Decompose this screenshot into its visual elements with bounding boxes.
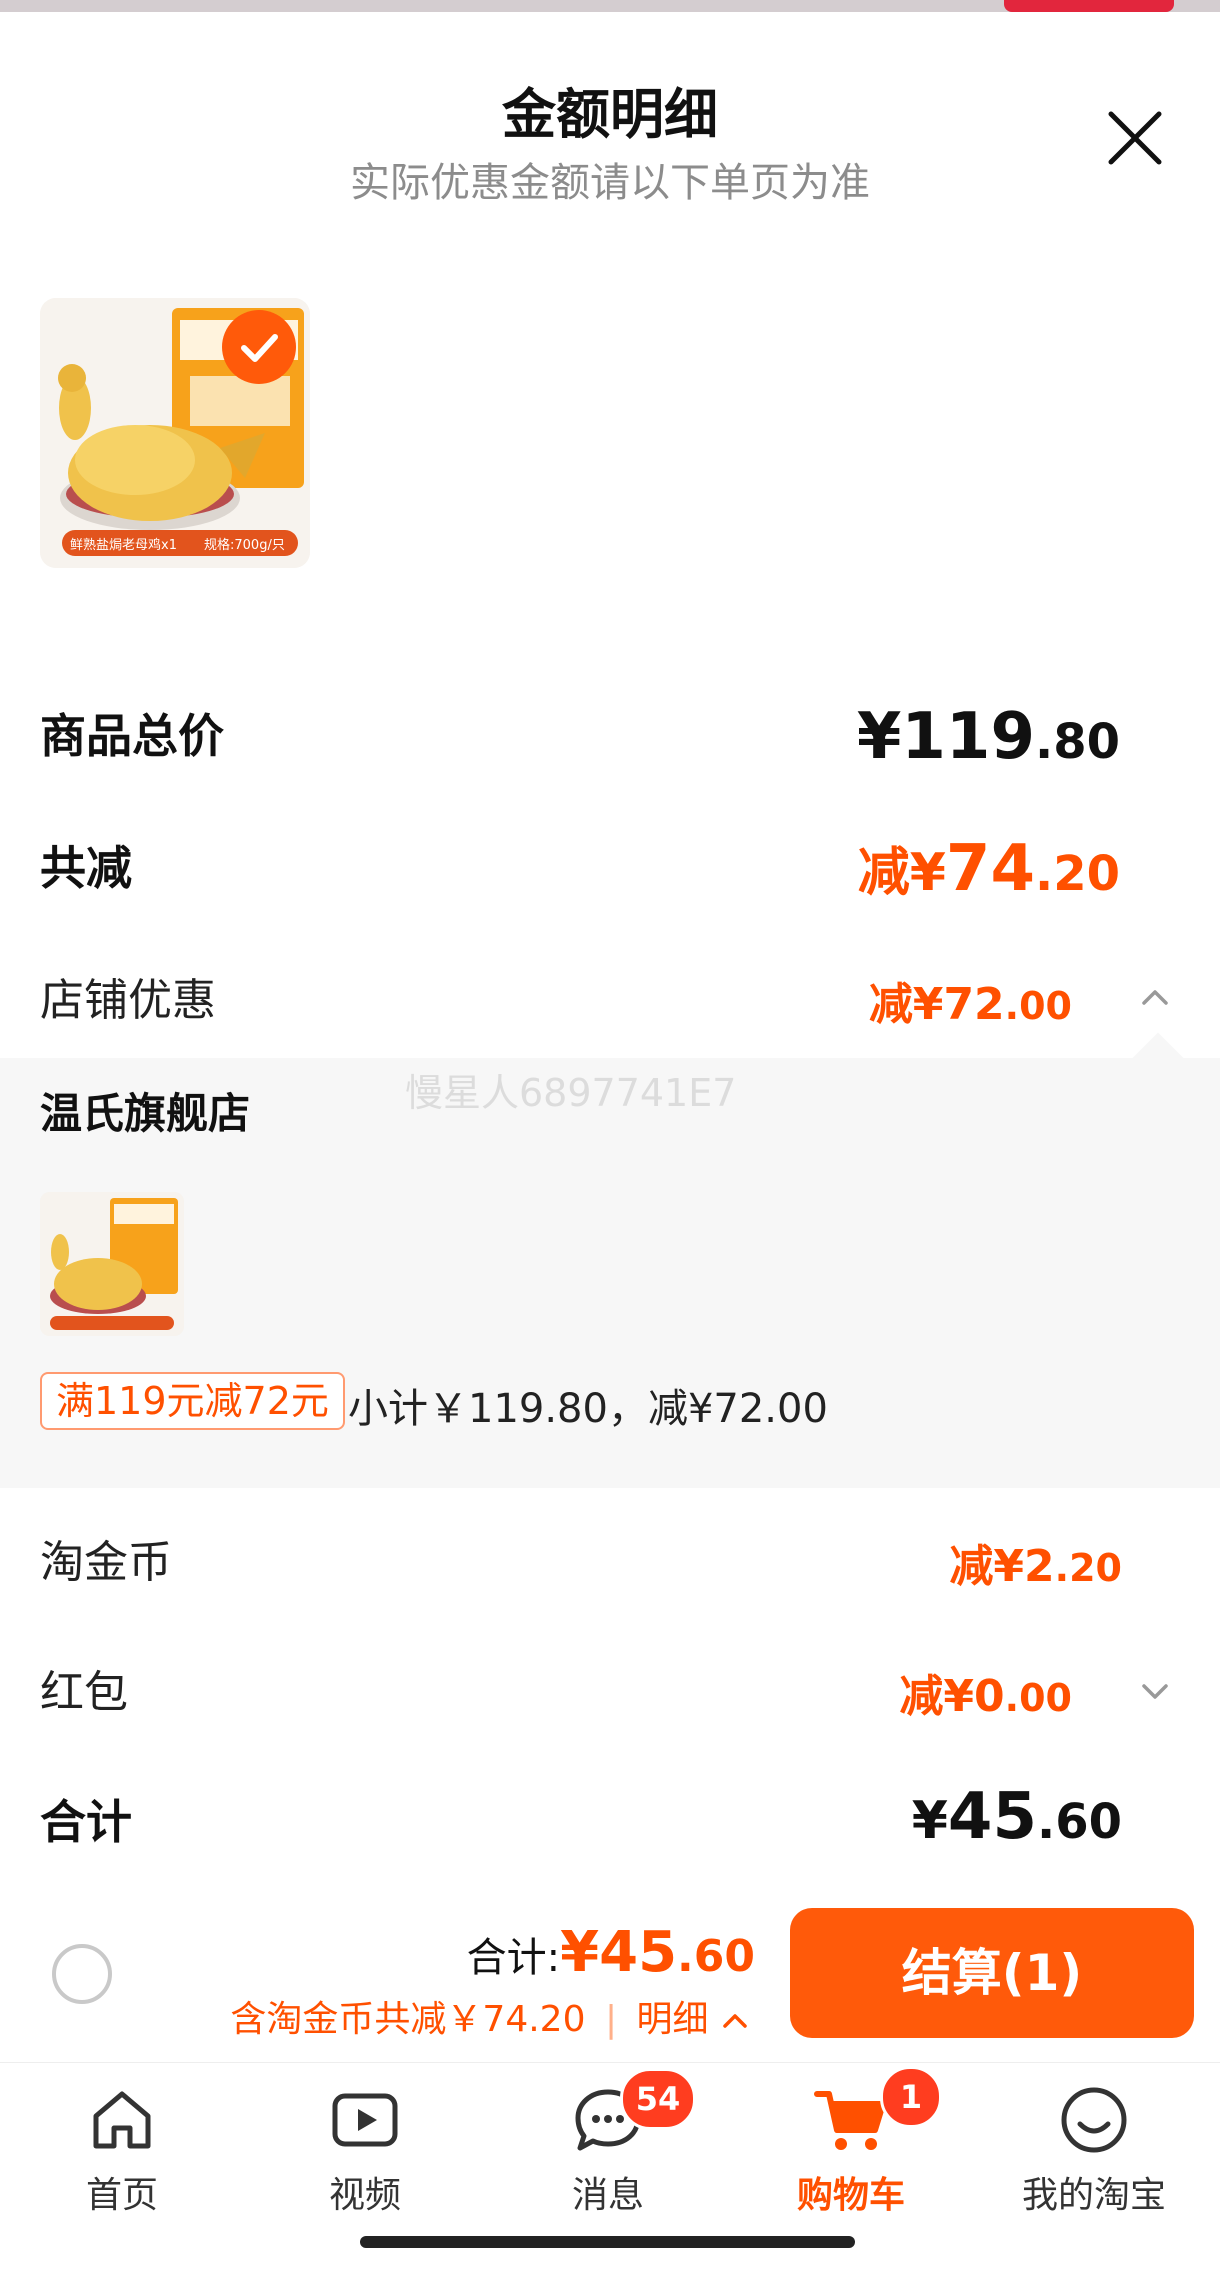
tab-profile[interactable]: 我的淘宝 xyxy=(1004,2080,1184,2218)
dialog-title: 金额明细 xyxy=(502,83,718,146)
product-spec-label: 规格:700g/只 xyxy=(204,538,285,553)
store-discount-amount[interactable]: 减¥72.00 xyxy=(869,968,1072,1032)
separator: | xyxy=(604,1999,618,2040)
store-subtotal-text: 小计￥119.80，减¥72.00 xyxy=(348,1386,828,1432)
store-product-thumbnail xyxy=(40,1192,184,1336)
grand-total-label: 合计 xyxy=(40,1795,132,1849)
coins-label: 淘金币 xyxy=(40,1537,172,1588)
checkout-discount-note[interactable]: 含淘金币共减￥74.20 | 明细 xyxy=(230,1990,750,2042)
home-icon xyxy=(93,2091,151,2149)
total-discount-label: 共减 xyxy=(40,841,132,895)
chevron-down-icon[interactable] xyxy=(1140,1676,1170,1706)
chevron-up-icon[interactable] xyxy=(1140,982,1170,1012)
total-discount-amount: 减¥74.20 xyxy=(857,832,1120,906)
cart-badge: 1 xyxy=(880,2066,942,2128)
checkout-button[interactable]: 结算(1) xyxy=(790,1908,1194,2038)
banner-pill xyxy=(1004,0,1174,12)
redpacket-label: 红包 xyxy=(40,1667,128,1718)
coins-amount: 减¥2.20 xyxy=(949,1541,1122,1592)
video-icon xyxy=(332,2093,398,2147)
select-all-radio[interactable] xyxy=(52,1944,112,2004)
cart-icon xyxy=(814,2091,886,2150)
goods-total-amount: ¥119.80 xyxy=(856,700,1120,774)
dialog-subtitle: 实际优惠金额请以下单页为准 xyxy=(350,160,870,206)
tab-video[interactable]: 视频 xyxy=(275,2080,455,2218)
redpacket-amount[interactable]: 减¥0.00 xyxy=(899,1660,1072,1724)
close-icon[interactable] xyxy=(1105,108,1165,168)
grand-total-amount: ¥45.60 xyxy=(911,1780,1122,1854)
checkout-total: 合计:¥45.60 xyxy=(466,1920,755,1985)
selected-check-icon xyxy=(222,310,296,384)
tab-home[interactable]: 首页 xyxy=(32,2080,212,2218)
profile-icon xyxy=(1061,2087,1127,2153)
product-pack-label: 鲜熟盐焗老母鸡x1 xyxy=(70,538,177,553)
store-name: 温氏旗舰店 xyxy=(40,1089,251,1138)
chicken-small-image xyxy=(40,1192,184,1336)
goods-total-label: 商品总价 xyxy=(40,709,224,763)
detail-link[interactable]: 明细 xyxy=(637,1999,709,2040)
watermark-text: 慢星人6897741E7 xyxy=(405,1071,737,1115)
background-banner-strip xyxy=(0,0,1220,12)
promo-tag: 满119元减72元 xyxy=(40,1372,345,1430)
home-indicator xyxy=(360,2236,855,2248)
chevron-up-small-icon xyxy=(723,2014,747,2028)
store-discount-label: 店铺优惠 xyxy=(40,975,216,1026)
messages-badge: 54 xyxy=(620,2068,696,2130)
